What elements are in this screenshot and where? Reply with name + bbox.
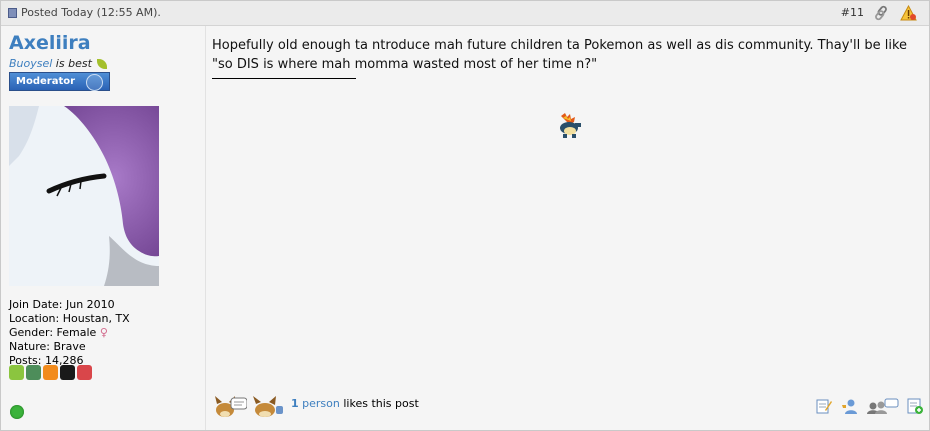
online-status-icon — [10, 405, 24, 419]
likes-count: 1 — [291, 397, 299, 410]
post-container: Posted Today (12:55 AM). #11 Axeliira Bu… — [0, 0, 930, 431]
eevee-thumbs-icon[interactable] — [251, 396, 285, 418]
link-icon[interactable] — [873, 5, 889, 21]
post-document-icon — [8, 8, 17, 18]
post-message: Hopefully old enough ta ntroduce mah fut… — [212, 38, 908, 72]
post-number-link[interactable]: #11 — [841, 6, 864, 19]
nintendo-icon[interactable] — [43, 365, 58, 380]
user-title-link[interactable]: Buoysel — [9, 57, 52, 70]
3ds-icon[interactable] — [77, 365, 92, 380]
join-date: Join Date: Jun 2010 — [9, 298, 115, 311]
avatar[interactable] — [9, 106, 159, 286]
avatar-image — [9, 106, 159, 286]
reply-icon[interactable] — [907, 398, 923, 414]
quote-reply-icon[interactable] — [865, 398, 899, 414]
gender: Gender: Female — [9, 326, 97, 339]
user-title: Buoysel is best — [9, 57, 108, 70]
likes-text-rest: likes this post — [339, 397, 419, 410]
username-link[interactable]: Axeliira — [9, 32, 91, 54]
likes-person-link[interactable]: person — [302, 397, 340, 410]
post-timestamp: Posted Today (12:55 AM). — [21, 6, 161, 19]
likes-text: 1 person likes this post — [291, 397, 419, 410]
moderator-badge-label: Moderator — [16, 76, 76, 87]
gender-row: Gender: Female ♀ — [9, 326, 130, 340]
xbox-icon[interactable] — [26, 365, 41, 380]
user-title-text: is best — [52, 57, 92, 70]
cyndaquil-sprite-icon — [560, 113, 581, 138]
report-warning-icon[interactable] — [900, 5, 917, 21]
female-icon: ♀ — [99, 326, 108, 339]
post-header: Posted Today (12:55 AM). #11 — [1, 1, 929, 26]
edit-post-icon[interactable] — [816, 398, 832, 414]
leaf-icon — [97, 59, 108, 69]
user-info: Join Date: Jun 2010 Location: Houstan, T… — [9, 298, 130, 368]
skype-icon[interactable] — [9, 365, 24, 380]
pokeball-icon — [86, 74, 103, 91]
contact-icons — [9, 365, 94, 383]
steam-icon[interactable] — [60, 365, 75, 380]
user-sidebar: Axeliira Buoysel is best Moderator Join … — [1, 26, 206, 430]
location: Location: Houstan, TX — [9, 312, 130, 325]
moderator-badge: Moderator — [9, 72, 110, 91]
multiquote-user-icon[interactable] — [841, 398, 857, 414]
nature: Nature: Brave — [9, 340, 86, 353]
eevee-like-icon[interactable] — [213, 396, 247, 418]
signature-divider — [212, 78, 356, 79]
